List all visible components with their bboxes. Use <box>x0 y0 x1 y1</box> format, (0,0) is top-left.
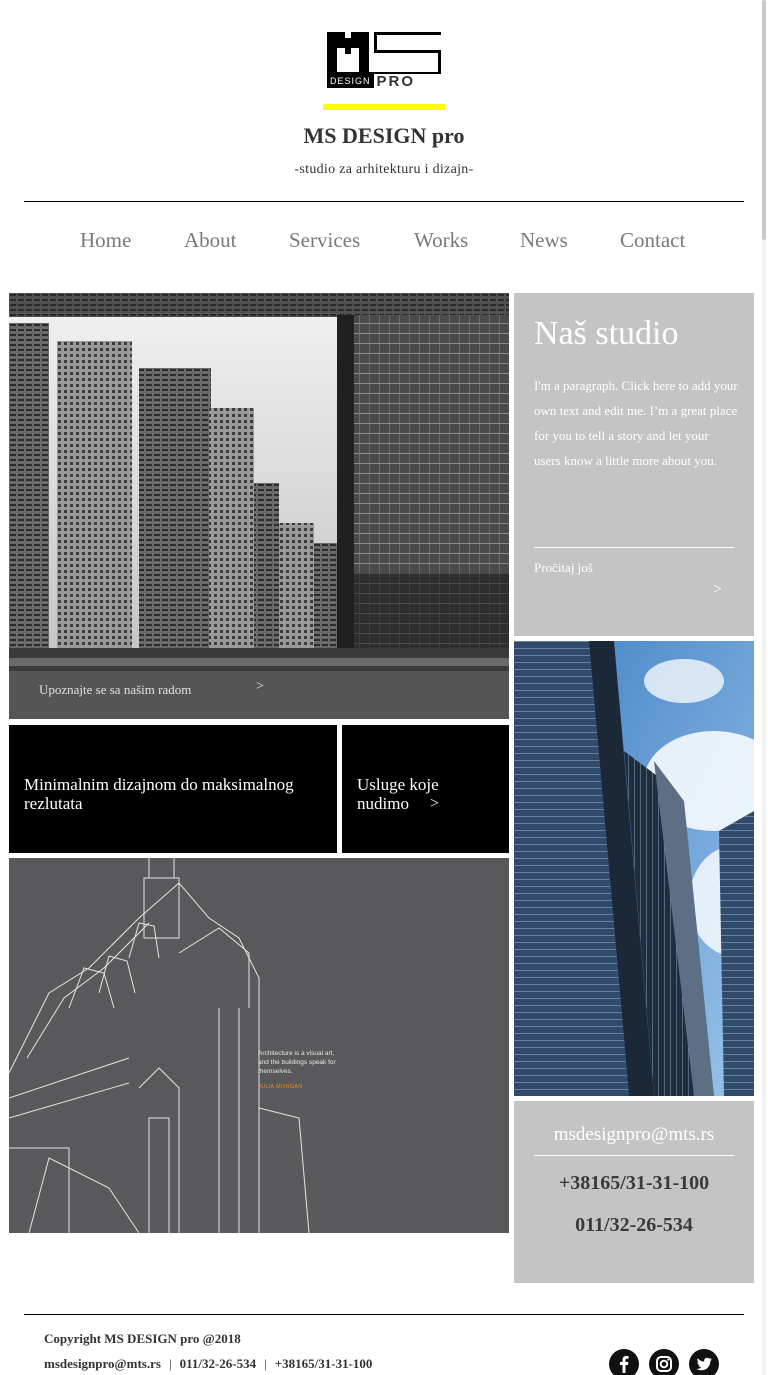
tile-services-text: Usluge koje nudimo <box>357 775 439 813</box>
building-sketch-illustration <box>9 858 310 1233</box>
instagram-icon[interactable] <box>649 1349 679 1375</box>
architecture-drawing-panel: Architecture is a visual art, and the bu… <box>9 858 509 1233</box>
logo-underline-bar <box>323 104 445 110</box>
scrollbar-thumb[interactable] <box>762 0 766 240</box>
logo-ms-mark <box>327 32 441 72</box>
skyscrapers-illustration <box>514 641 754 1096</box>
logo-wordmark: DESIGN PRO <box>327 72 441 90</box>
nav-home[interactable]: Home <box>80 228 131 253</box>
contact-email[interactable]: msdesignpro@mts.rs <box>514 1124 754 1146</box>
tile-minimal-design[interactable]: Minimalnim dizajnom do maksimalnog rezlu… <box>9 725 337 853</box>
hero-city-image[interactable]: Upoznajte se sa našim radom > <box>9 293 509 719</box>
studio-divider <box>534 547 734 548</box>
nav-works[interactable]: Works <box>414 228 468 253</box>
city-skyline-illustration <box>9 293 509 719</box>
footer-divider <box>24 1314 744 1315</box>
studio-card: Naš studio I'm a paragraph. Click here t… <box>514 293 754 636</box>
footer-separator: | <box>264 1356 267 1371</box>
logo[interactable]: DESIGN PRO <box>327 32 441 90</box>
drawing-quote: Architecture is a visual art, and the bu… <box>258 1050 336 1075</box>
studio-paragraph: I'm a paragraph. Click here to add your … <box>534 378 738 468</box>
nav-contact[interactable]: Contact <box>620 228 685 253</box>
site-tagline: -studio za arhitekturu i dizajn- <box>294 162 474 177</box>
footer-email[interactable]: msdesignpro@mts.rs <box>44 1356 161 1371</box>
logo-pro-text: PRO <box>376 72 416 90</box>
nav-services[interactable]: Services <box>289 228 360 253</box>
twitter-icon[interactable] <box>689 1349 719 1375</box>
footer-mobile[interactable]: +38165/31-31-100 <box>275 1356 373 1371</box>
tile-minimal-design-text: Minimalnim dizajnom do maksimalnog rezlu… <box>24 775 294 813</box>
logo-design-text: DESIGN <box>327 74 374 88</box>
read-more-arrow-icon[interactable]: > <box>713 581 722 599</box>
hero-caption[interactable]: Upoznajte se sa našim radom <box>39 682 191 698</box>
nav-news[interactable]: News <box>520 228 568 253</box>
tile-services-arrow-icon[interactable]: > <box>430 794 439 813</box>
contact-divider <box>534 1155 734 1156</box>
contact-landline-phone[interactable]: 011/32-26-534 <box>514 1214 754 1237</box>
contact-mobile-phone[interactable]: +38165/31-31-100 <box>514 1172 754 1195</box>
header-divider <box>24 201 744 202</box>
hero-arrow-icon[interactable]: > <box>256 679 264 695</box>
nav-about[interactable]: About <box>184 228 237 253</box>
main-nav: Home About Services Works News Contact <box>0 228 768 258</box>
facebook-icon[interactable] <box>609 1349 639 1375</box>
read-more-link[interactable]: Pročitaj još <box>534 560 593 576</box>
footer-contacts: msdesignpro@mts.rs | 011/32-26-534 | +38165/… <box>44 1356 372 1372</box>
contact-card: msdesignpro@mts.rs +38165/31-31-100 011/… <box>514 1101 754 1283</box>
site-title: MS DESIGN pro <box>303 123 465 148</box>
tile-services[interactable]: Usluge koje nudimo > <box>342 725 509 853</box>
skyscrapers-photo[interactable] <box>514 641 754 1096</box>
footer-separator: | <box>168 1356 172 1371</box>
studio-title: Naš studio <box>534 315 679 352</box>
footer-copyright: Copyright MS DESIGN pro @2018 <box>44 1331 241 1346</box>
footer-landline[interactable]: 011/32-26-534 <box>180 1356 257 1371</box>
drawing-quote-author: JULIA MORGAN <box>258 1084 303 1090</box>
